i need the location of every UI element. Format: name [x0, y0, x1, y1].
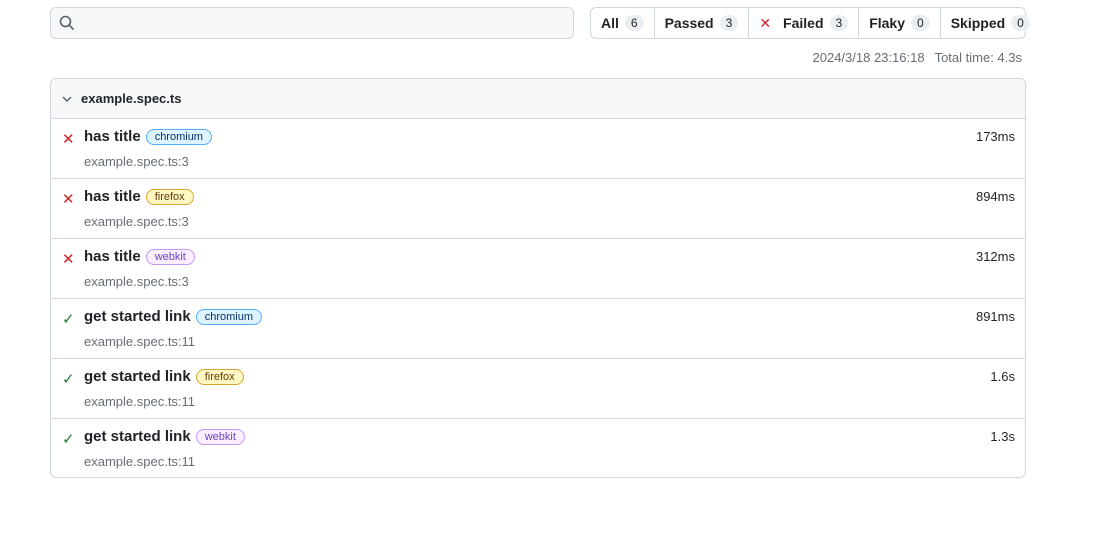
test-title[interactable]: has title [84, 248, 141, 265]
test-row[interactable]: ✕ has title webkit example.spec.ts:3 312m… [51, 239, 1025, 299]
project-badge[interactable]: webkit [145, 248, 195, 265]
filter-label: All [601, 15, 619, 31]
filter-count: 6 [624, 15, 644, 31]
filter-label: Passed [664, 15, 714, 31]
file-name: example.spec.ts [81, 91, 182, 106]
test-row[interactable]: ✓ get started link webkit example.spec.ts… [51, 419, 1025, 477]
filter-count: 3 [719, 15, 739, 31]
x-icon: ✕ [759, 14, 772, 31]
test-row[interactable]: ✓ get started link chromium example.spec.… [51, 299, 1025, 359]
status-filter-bar: All 6 Passed 3 ✕ Failed 3 Flaky 0 Skipped 0 [590, 7, 1030, 39]
project-badge[interactable]: chromium [145, 128, 212, 145]
test-title[interactable]: has title [84, 188, 141, 205]
test-duration: 1.6s [990, 369, 1015, 384]
test-title[interactable]: get started link [84, 308, 191, 325]
test-duration: 173ms [975, 129, 1015, 144]
search-input[interactable] [75, 8, 573, 38]
timestamp: 2024/3/18 23:16:18 [812, 50, 925, 65]
x-icon: ✕ [62, 191, 75, 208]
filter-failed[interactable]: ✕ Failed 3 [749, 8, 860, 38]
test-location: example.spec.ts:11 [84, 394, 196, 409]
test-duration: 894ms [975, 189, 1015, 204]
total-time: Total time: 4.3s [934, 50, 1022, 65]
search-box[interactable] [50, 7, 574, 39]
project-badge[interactable]: webkit [195, 428, 245, 445]
file-header[interactable]: example.spec.ts [51, 79, 1025, 119]
filter-all[interactable]: All 6 [591, 8, 655, 38]
filter-skipped[interactable]: Skipped 0 [941, 8, 1040, 38]
test-location: example.spec.ts:3 [84, 154, 189, 169]
filter-label: Flaky [869, 15, 906, 31]
filter-passed[interactable]: Passed 3 [655, 8, 750, 38]
test-duration: 1.3s [990, 429, 1015, 444]
test-title[interactable]: get started link [84, 368, 191, 385]
run-metadata: 2024/3/18 23:16:18 Total time: 4.3s [813, 50, 1023, 65]
check-icon: ✓ [62, 311, 75, 328]
check-icon: ✓ [62, 371, 75, 388]
filter-count: 3 [829, 15, 849, 31]
test-title[interactable]: has title [84, 128, 141, 145]
test-row[interactable]: ✓ get started link firefox example.spec.t… [51, 359, 1025, 419]
search-icon [59, 15, 75, 31]
project-badge[interactable]: firefox [145, 188, 194, 205]
test-row[interactable]: ✕ has title chromium example.spec.ts:3 17… [51, 119, 1025, 179]
filter-count: 0 [1011, 15, 1030, 31]
filter-label: Skipped [950, 15, 1006, 31]
project-badge[interactable]: chromium [195, 308, 262, 325]
x-icon: ✕ [62, 251, 75, 268]
test-duration: 891ms [975, 309, 1015, 324]
filter-count: 0 [911, 15, 930, 31]
x-icon: ✕ [62, 131, 75, 148]
test-location: example.spec.ts:11 [84, 334, 196, 349]
test-duration: 312ms [975, 249, 1015, 264]
test-location: example.spec.ts:11 [84, 454, 196, 469]
check-icon: ✓ [62, 431, 75, 448]
filter-flaky[interactable]: Flaky 0 [859, 8, 941, 38]
file-panel: example.spec.ts ✕ has title chromium exam… [50, 78, 1026, 478]
test-title[interactable]: get started link [84, 428, 191, 445]
project-badge[interactable]: firefox [195, 368, 244, 385]
test-row[interactable]: ✕ has title firefox example.spec.ts:3 894… [51, 179, 1025, 239]
test-location: example.spec.ts:3 [84, 214, 189, 229]
test-location: example.spec.ts:3 [84, 274, 189, 289]
chevron-down-icon [62, 95, 72, 102]
filter-label: Failed [783, 15, 824, 31]
